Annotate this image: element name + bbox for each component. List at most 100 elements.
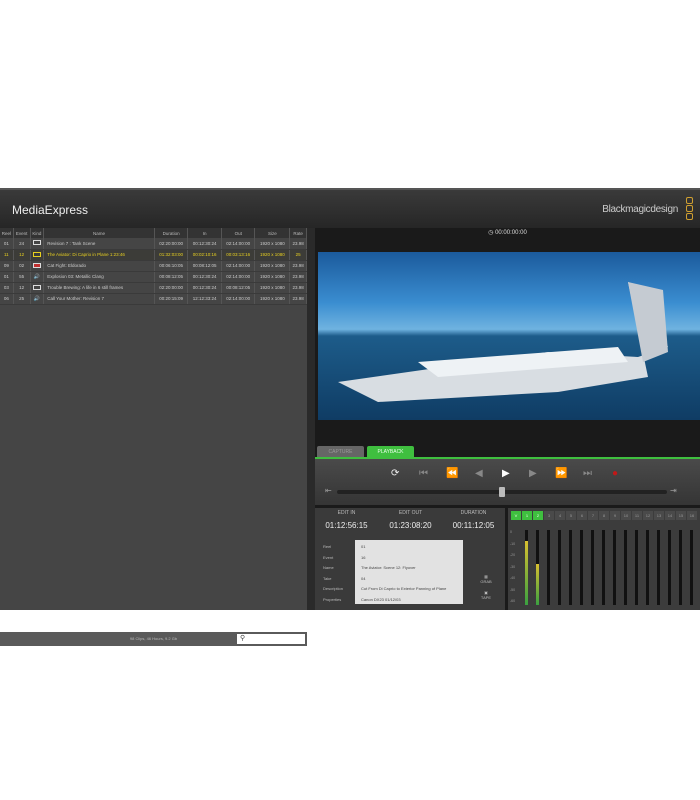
grab-button[interactable]: ▦ GRAB xyxy=(475,574,497,584)
meter-scale-label: -20 xyxy=(510,553,516,557)
level-meter xyxy=(624,530,627,605)
channel-button[interactable]: 9 xyxy=(610,511,620,520)
property-label: Event xyxy=(323,554,334,560)
cell-event: 12 xyxy=(13,282,31,294)
cell-reel: 01 xyxy=(0,238,14,250)
cell-size: 1920 x 1080 xyxy=(254,260,291,272)
property-value[interactable]: Canon DX23 01/12/03 xyxy=(361,597,401,602)
channel-button[interactable]: 5 xyxy=(566,511,576,520)
app-title: MediaExpress xyxy=(12,203,89,217)
column-header[interactable]: In xyxy=(187,228,222,238)
cell-duration: 00:08:12:05 xyxy=(154,271,189,283)
cell-reel: 01 xyxy=(0,271,14,283)
mark-out-icon[interactable]: ⇥ xyxy=(670,486,677,495)
level-meter xyxy=(580,530,583,605)
step-forward-button[interactable]: ▶ xyxy=(529,468,537,479)
channel-button[interactable]: 13 xyxy=(654,511,664,520)
table-row[interactable]: 01 24 Revision 7 : Tank Scene 02:20:00:00 00… xyxy=(0,238,307,250)
column-header[interactable]: Name xyxy=(43,228,155,238)
record-button[interactable]: ● xyxy=(612,468,618,479)
level-meter xyxy=(635,530,638,605)
title-bar: MediaExpress Blackmagicdesign xyxy=(0,188,700,228)
play-button[interactable]: ▶ xyxy=(502,468,510,479)
audio-meters: V 1 2 3 4 5 6 7 8 9 10 11 12 13 14 15 16 0 -10 -20 -30 -40 -50… xyxy=(508,508,700,610)
level-meter xyxy=(558,530,561,605)
table-row[interactable]: 01 55 🔊 Explosion 03: Metallic Clang 00:08:1… xyxy=(0,271,307,283)
property-value[interactable]: The Aviator: Scene 12: Flyover xyxy=(361,565,416,570)
channel-button[interactable]: 7 xyxy=(588,511,598,520)
property-value[interactable]: Cut From Di Caprio to Exterior Panning o… xyxy=(361,586,446,591)
property-value[interactable]: 16 xyxy=(361,555,365,560)
scrub-bar[interactable] xyxy=(337,487,667,497)
blackmagic-logo-icon xyxy=(686,197,694,221)
channel-button[interactable]: 1 xyxy=(522,511,532,520)
column-header[interactable]: Duration xyxy=(154,228,189,238)
property-label: Name xyxy=(323,565,334,570)
meter-scale-label: -40 xyxy=(510,576,516,580)
channel-button[interactable]: 15 xyxy=(676,511,686,520)
edit-in-value[interactable]: 01:12:56:15 xyxy=(315,521,378,530)
transport-controls: ⟳ ⏮ ⏪ ◀ ▶ ▶ ⏩ ⏭ ● ⇤ ⇥ xyxy=(315,457,700,505)
step-back-button[interactable]: ◀ xyxy=(475,468,483,479)
level-meter xyxy=(591,530,594,605)
channel-button[interactable]: V xyxy=(511,511,521,520)
cell-out: 02:14:00:00 xyxy=(221,271,256,283)
channel-button[interactable]: 12 xyxy=(643,511,653,520)
loop-button[interactable]: ⟳ xyxy=(391,468,399,479)
tape-button[interactable]: ▣ TAPE xyxy=(475,590,497,600)
go-to-start-button[interactable]: ⏮ xyxy=(419,468,428,479)
column-header[interactable]: Out xyxy=(221,228,256,238)
property-value[interactable]: 01 xyxy=(361,544,365,549)
column-header[interactable]: Reel xyxy=(0,228,14,238)
property-value[interactable]: 04 xyxy=(361,576,365,581)
level-meter xyxy=(657,530,660,605)
cell-in: 12:12:33:24 xyxy=(187,293,222,305)
cell-rate: 23.98 xyxy=(289,271,307,283)
search-input[interactable]: ⚲ xyxy=(237,634,305,644)
table-row[interactable]: 11 12 The Aviator: Di Caprio in Plane 1:23… xyxy=(0,249,307,261)
cell-rate: 23.98 xyxy=(289,293,307,305)
video-icon xyxy=(30,238,45,250)
column-header[interactable]: Kind xyxy=(30,228,45,238)
column-header[interactable]: Size xyxy=(254,228,291,238)
channel-button[interactable]: 16 xyxy=(687,511,697,520)
video-icon xyxy=(30,282,45,294)
cell-event: 12 xyxy=(13,249,31,261)
level-meter xyxy=(690,530,693,605)
property-label: Properties xyxy=(323,596,342,602)
table-row[interactable]: 09 02 Cat Fight: Eldorado 00:06:10:05 00:08:… xyxy=(0,260,307,272)
channel-button[interactable]: 3 xyxy=(544,511,554,520)
cell-rate: 23.98 xyxy=(289,282,307,294)
scrub-handle[interactable] xyxy=(499,487,505,497)
fast-forward-button[interactable]: ⏩ xyxy=(555,468,567,479)
edit-out-label: EDIT OUT xyxy=(398,510,423,516)
channel-button[interactable]: 11 xyxy=(632,511,642,520)
mark-in-icon[interactable]: ⇤ xyxy=(325,486,332,495)
cell-name: Trouble Brewing: A life in 6 still frame… xyxy=(43,282,155,294)
channel-button[interactable]: 14 xyxy=(665,511,675,520)
timecode-display: ◷ 00:00:00:00 xyxy=(488,230,527,236)
cell-out: 02:14:00:00 xyxy=(221,260,256,272)
cell-out: 00:03:13:16 xyxy=(221,249,256,261)
channel-button[interactable]: 10 xyxy=(621,511,631,520)
cell-size: 1920 x 1080 xyxy=(254,293,291,305)
property-label: Take xyxy=(323,575,332,581)
channel-button[interactable]: 4 xyxy=(555,511,565,520)
go-to-end-button[interactable]: ⏭ xyxy=(583,468,592,479)
cell-in: 00:12:30:24 xyxy=(187,271,222,283)
rewind-button[interactable]: ⏪ xyxy=(446,468,458,479)
edit-out-value[interactable]: 01:23:08:20 xyxy=(379,521,442,530)
table-row[interactable]: 06 25 🔊 Call Your Mother: Revision 7 00:20:1… xyxy=(0,293,307,305)
cell-event: 55 xyxy=(13,271,31,283)
cell-name: Revision 7 : Tank Scene xyxy=(43,238,155,250)
cell-in: 00:02:10:16 xyxy=(187,249,222,261)
column-header[interactable]: Rate xyxy=(289,228,307,238)
channel-button[interactable]: 6 xyxy=(577,511,587,520)
media-express-window: MediaExpress Blackmagicdesign Reel Event K… xyxy=(0,188,700,646)
column-header[interactable]: Event xyxy=(13,228,31,238)
channel-button[interactable]: 8 xyxy=(599,511,609,520)
cell-event: 25 xyxy=(13,293,31,305)
video-icon xyxy=(30,249,45,261)
table-row[interactable]: 03 12 Trouble Brewing: A life in 6 still f… xyxy=(0,282,307,294)
channel-button[interactable]: 2 xyxy=(533,511,543,520)
